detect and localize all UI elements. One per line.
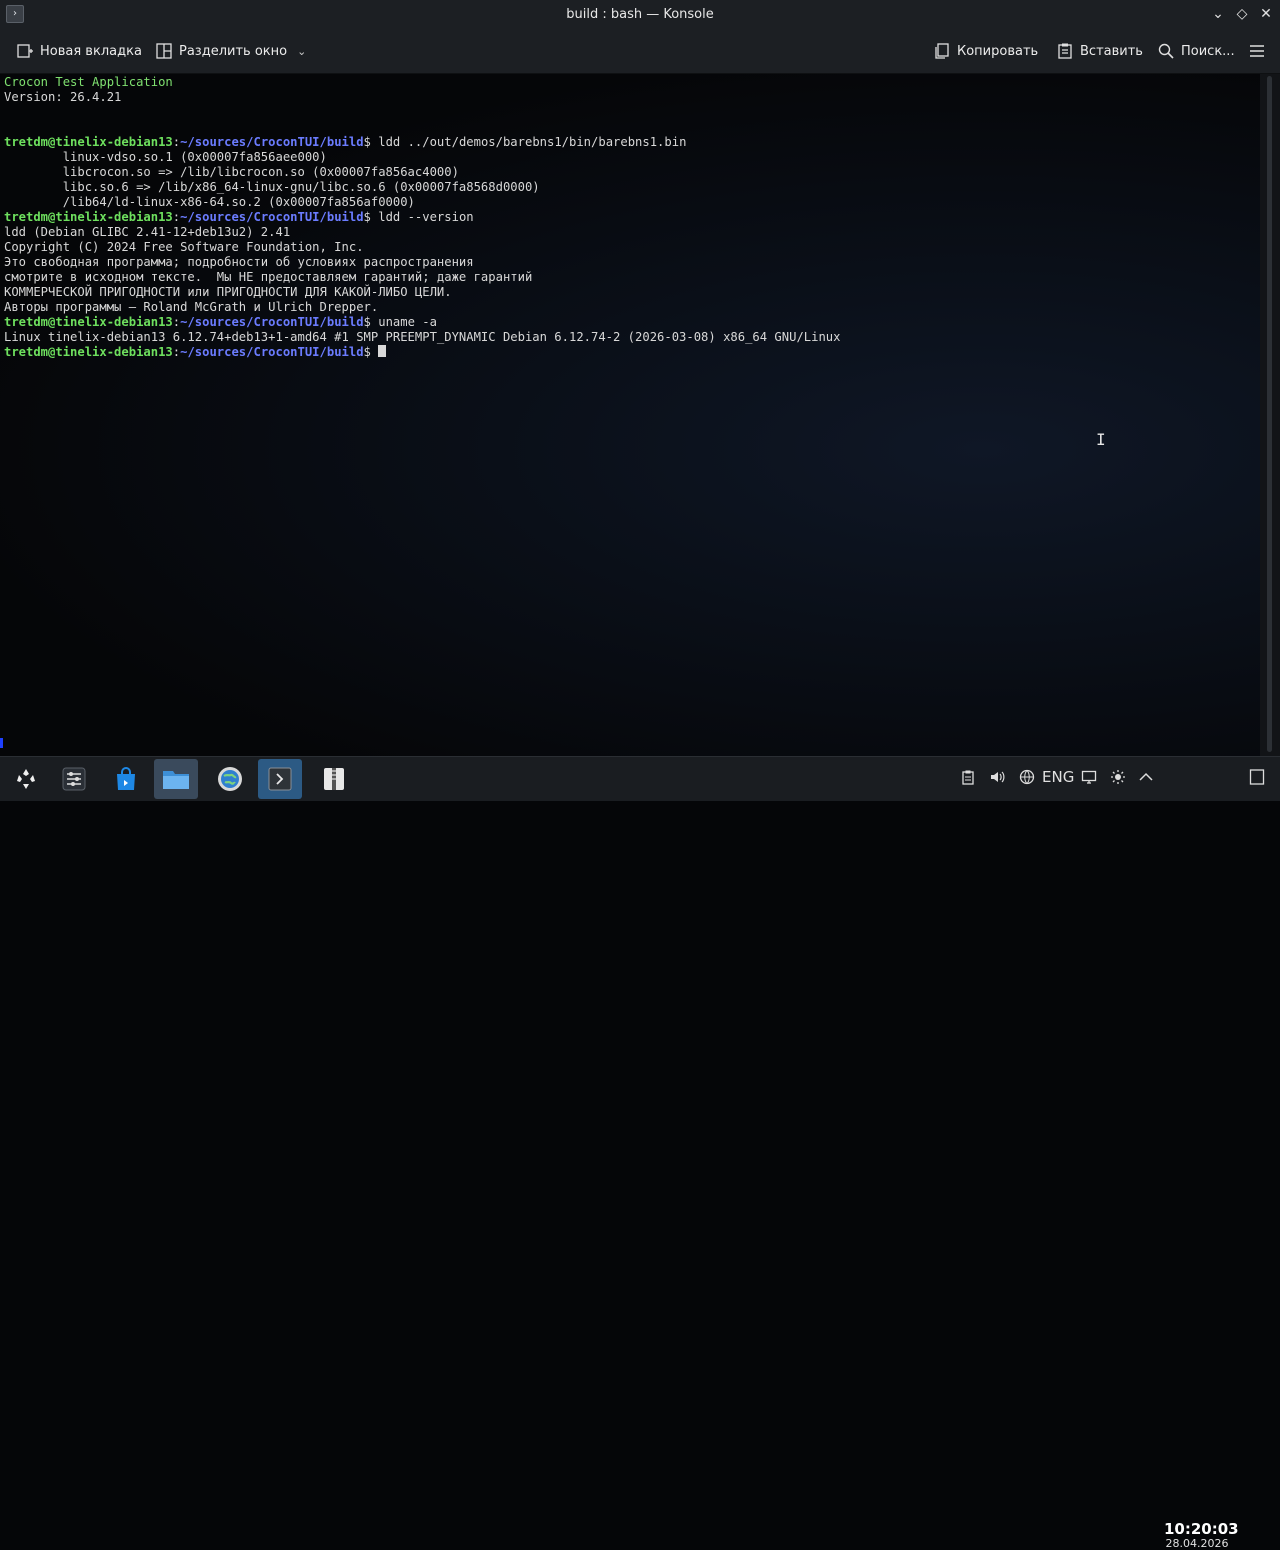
taskbar: ENG 10:20:03 28.04.2026 xyxy=(0,756,1280,1550)
prompt-separator: : xyxy=(172,315,181,329)
terminal-output-line: Linux tinelix-debian13 6.12.74+deb13+1-a… xyxy=(4,330,841,344)
search-icon xyxy=(1157,42,1175,60)
split-view-icon xyxy=(155,42,173,60)
konsole-app-icon[interactable]: › xyxy=(6,5,24,23)
paste-button[interactable]: Вставить xyxy=(1056,37,1143,65)
display-icon[interactable] xyxy=(1081,769,1097,789)
prompt-command: uname -a xyxy=(370,315,437,329)
prompt-path: ~/sources/CroconTUI/build xyxy=(180,135,364,149)
terminal-prompt-line: tretdm@tinelix-debian13:~/sources/Crocon… xyxy=(4,345,1260,360)
terminal-icon[interactable] xyxy=(258,759,302,799)
prompt-dollar: $ xyxy=(363,315,371,329)
paste-label: Вставить xyxy=(1080,43,1143,59)
prompt-separator: : xyxy=(172,345,181,359)
terminal-prompt-line: tretdm@tinelix-debian13:~/sources/Crocon… xyxy=(4,135,1260,150)
archive-icon[interactable] xyxy=(312,759,356,799)
new-tab-icon xyxy=(16,42,34,60)
prompt-user: tretdm@tinelix-debian13 xyxy=(4,315,173,329)
prompt-separator: : xyxy=(172,210,181,224)
split-view-label: Разделить окно xyxy=(179,43,288,59)
window-title: build : bash — Konsole xyxy=(566,7,714,22)
prompt-user: tretdm@tinelix-debian13 xyxy=(4,345,173,359)
show-desktop-icon[interactable] xyxy=(1249,768,1265,790)
find-label: Поиск... xyxy=(1181,43,1235,59)
terminal-output-line: Это свободная программа; подробности об … xyxy=(4,255,474,269)
prompt-dollar: $ xyxy=(363,135,371,149)
clipboard-icon[interactable] xyxy=(960,769,976,789)
title-bar: › build : bash — Konsole ⌄ ◇ ✕ xyxy=(0,0,1280,29)
toolbar: Новая вкладка ⌄ Разделить окно ⌄ Копиров… xyxy=(0,29,1280,74)
close-icon[interactable]: ✕ xyxy=(1256,4,1276,24)
terminal-output-line: смотрите в исходном тексте. Мы НЕ предос… xyxy=(4,270,533,284)
terminal-output-line: Авторы программы — Roland McGrath и Ulri… xyxy=(4,300,379,314)
terminal-prompt-line: tretdm@tinelix-debian13:~/sources/Crocon… xyxy=(4,315,1260,330)
terminal-cursor xyxy=(378,345,387,357)
find-button[interactable]: Поиск... xyxy=(1157,37,1235,65)
kde-launcher-icon[interactable] xyxy=(4,759,48,799)
prompt-command xyxy=(371,345,378,359)
terminal-output-line: КОММЕРЧЕСКОЙ ПРИГОДНОСТИ или ПРИГОДНОСТИ… xyxy=(4,285,452,299)
volume-icon[interactable] xyxy=(989,769,1005,789)
copy-button[interactable]: Копировать xyxy=(933,37,1038,65)
terminal-output-line: ldd (Debian GLIBC 2.41-12+deb13u2) 2.41 xyxy=(4,225,291,239)
prompt-dollar: $ xyxy=(363,210,371,224)
network-globe-icon[interactable] xyxy=(1019,769,1035,789)
scrollbar-thumb[interactable] xyxy=(1267,76,1272,752)
prompt-user: tretdm@tinelix-debian13 xyxy=(4,135,173,149)
hamburger-menu-icon[interactable] xyxy=(1248,37,1266,65)
split-view-button[interactable]: Разделить окно ⌄ xyxy=(155,37,306,65)
scroll-marker xyxy=(0,738,3,748)
store-bag-icon[interactable] xyxy=(104,759,148,799)
minimize-icon[interactable]: ⌄ xyxy=(1208,4,1228,24)
keyboard-layout[interactable]: ENG xyxy=(1042,768,1074,786)
copy-icon xyxy=(933,42,951,60)
terminal-output-line: Copyright (C) 2024 Free Software Foundat… xyxy=(4,240,364,254)
brightness-icon[interactable] xyxy=(1110,769,1126,789)
copy-label: Копировать xyxy=(957,43,1039,59)
prompt-path: ~/sources/CroconTUI/build xyxy=(180,210,364,224)
maximize-icon[interactable]: ◇ xyxy=(1232,4,1252,24)
prompt-path: ~/sources/CroconTUI/build xyxy=(180,315,364,329)
terminal-output-line: /lib64/ld-linux-x86-64.so.2 (0x00007fa85… xyxy=(4,195,415,209)
prompt-path: ~/sources/CroconTUI/build xyxy=(180,345,364,359)
sliders-icon[interactable] xyxy=(52,759,96,799)
prompt-command: ldd ../out/demos/barebns1/bin/barebns1.b… xyxy=(370,135,687,149)
terminal-output-line: libc.so.6 => /lib/x86_64-linux-gnu/libc.… xyxy=(4,180,540,194)
new-tab-label: Новая вкладка xyxy=(40,43,142,59)
terminal-scrollbar[interactable] xyxy=(1260,74,1280,756)
prompt-separator: : xyxy=(172,135,181,149)
terminal-prompt-line: tretdm@tinelix-debian13:~/sources/Crocon… xyxy=(4,210,1260,225)
chevron-up-icon[interactable] xyxy=(1138,769,1154,789)
terminal-output-line: Crocon Test Application xyxy=(4,75,173,89)
terminal-output-line: Version: 26.4.21 xyxy=(4,90,122,104)
clock-time[interactable]: 10:20:03 xyxy=(1164,1520,1239,1538)
folder-icon[interactable] xyxy=(154,759,198,799)
text-cursor-ibeam-icon: I xyxy=(1096,430,1106,449)
terminal-output-line: linux-vdso.so.1 (0x00007fa856aee000) xyxy=(4,150,327,164)
paste-icon xyxy=(1056,42,1074,60)
globe-gear-icon[interactable] xyxy=(208,759,252,799)
terminal-output[interactable]: Crocon Test Application Version: 26.4.21 t… xyxy=(0,74,1260,756)
prompt-command: ldd --version xyxy=(370,210,474,224)
chevron-down-icon[interactable]: ⌄ xyxy=(297,45,306,58)
clock-date[interactable]: 28.04.2026 xyxy=(1164,1537,1230,1550)
prompt-user: tretdm@tinelix-debian13 xyxy=(4,210,173,224)
prompt-dollar: $ xyxy=(363,345,371,359)
new-tab-menu-caret[interactable]: ⌄ xyxy=(117,47,125,57)
terminal-output-line: libcrocon.so => /lib/libcrocon.so (0x000… xyxy=(4,165,459,179)
